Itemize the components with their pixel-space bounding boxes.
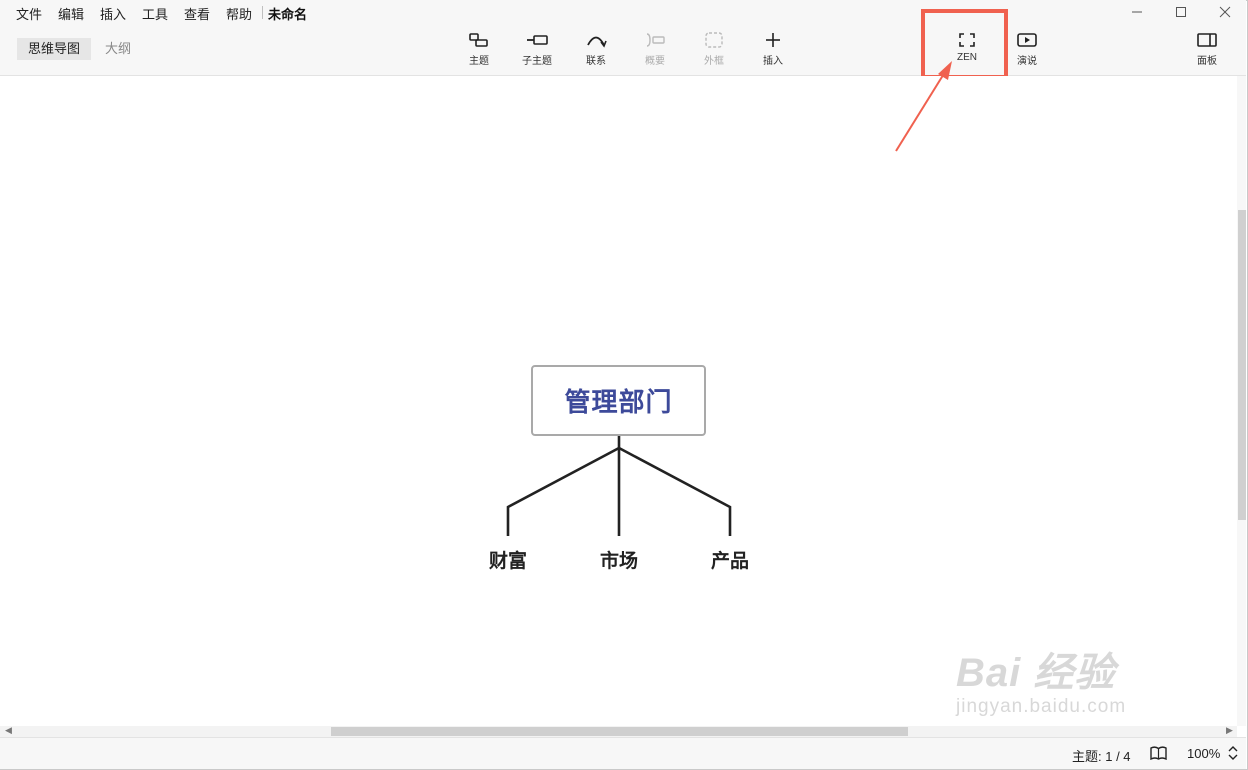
zoom-stepper-icon[interactable] — [1228, 745, 1238, 761]
status-bar: 主题: 1 / 4 100% — [0, 737, 1246, 769]
baidu-watermark: Bai 经验 jingyan.baidu.com — [956, 640, 1126, 718]
scroll-left-icon[interactable]: ◀ — [5, 725, 12, 736]
watermark-url: jingyan.baidu.com — [956, 696, 1127, 717]
zoom-level[interactable]: 100% — [1187, 746, 1220, 761]
horizontal-scroll-thumb[interactable] — [331, 727, 908, 736]
book-icon[interactable] — [1150, 746, 1167, 760]
central-topic[interactable]: 管理部门 — [531, 365, 706, 436]
vertical-scroll-thumb[interactable] — [1238, 210, 1246, 520]
subtopic-node[interactable]: 市场 — [589, 546, 649, 573]
annotation-arrow — [895, 61, 952, 152]
topic-count: 主题: 1 / 4 — [1072, 749, 1131, 764]
watermark-brand: Bai 经验 — [956, 651, 1116, 695]
subtopic-node[interactable]: 财富 — [478, 546, 538, 573]
scroll-right-icon[interactable]: ▶ — [1226, 725, 1233, 736]
subtopic-node[interactable]: 产品 — [700, 546, 760, 573]
mindmap-connectors — [506, 436, 732, 536]
